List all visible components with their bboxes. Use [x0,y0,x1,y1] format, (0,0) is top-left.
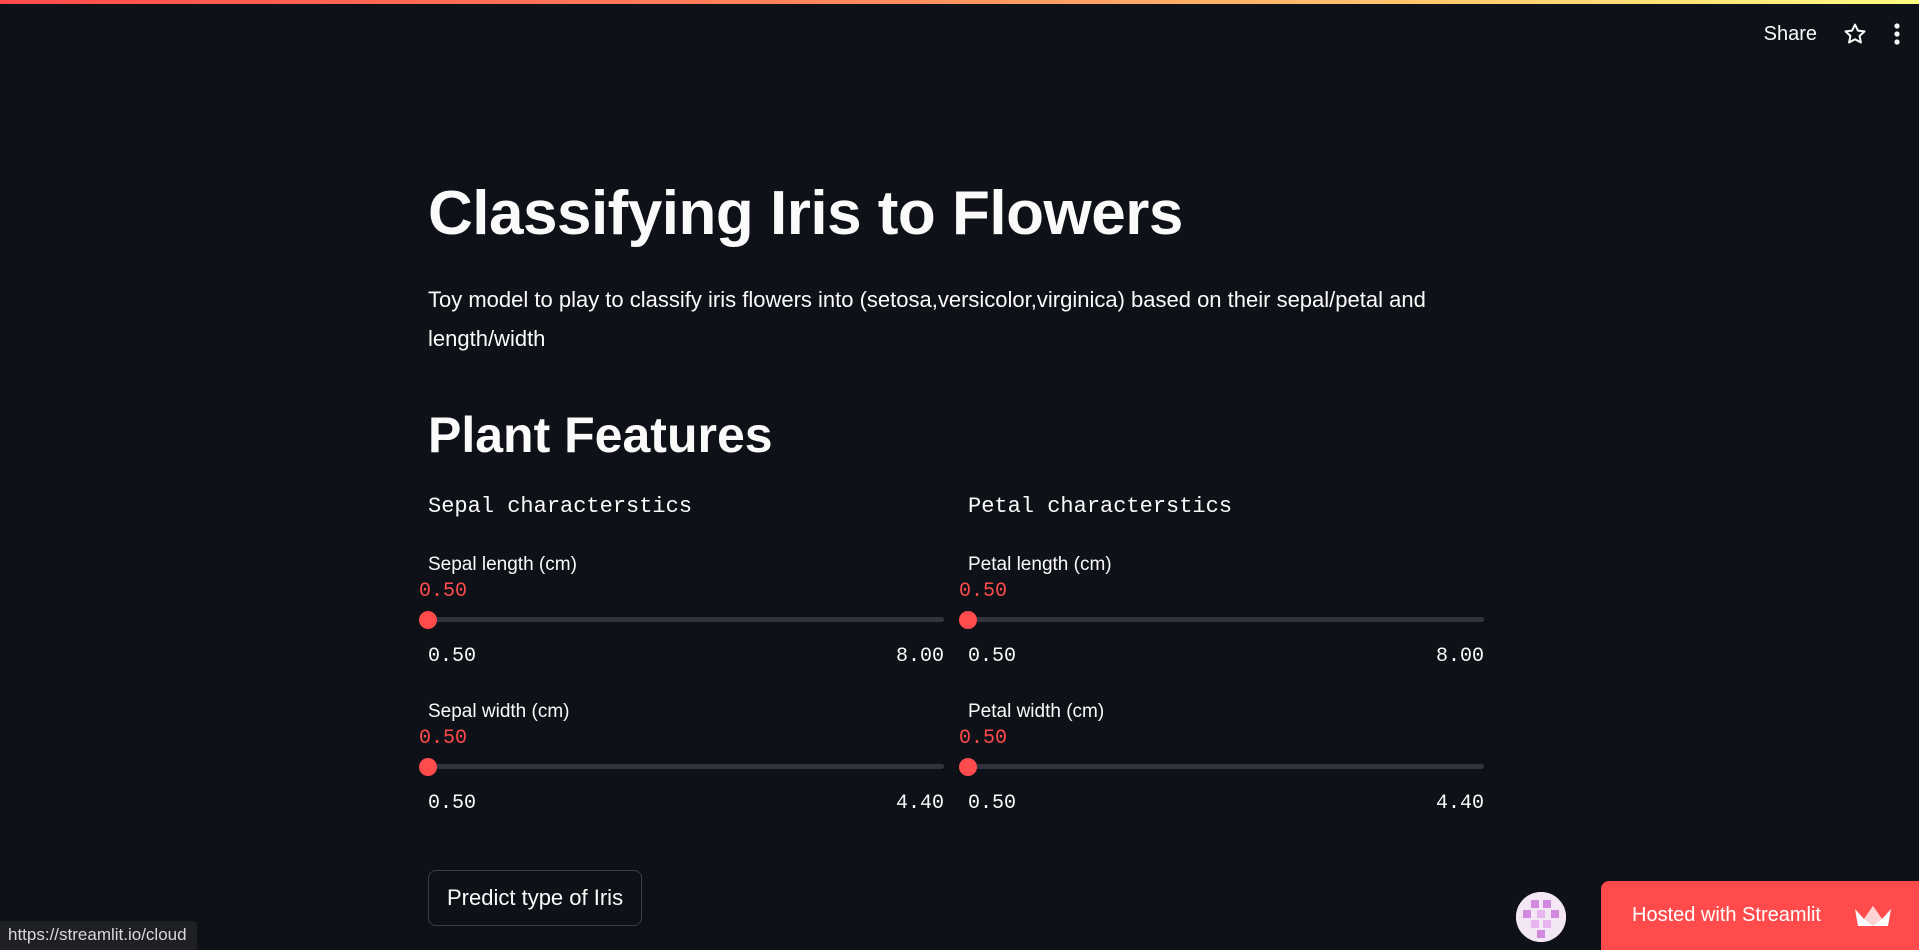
slider-label: Sepal length (cm) [428,554,577,575]
slider-min-label: 0.50 [428,645,477,668]
petal-column: Petal characterstics Petal length (cm) 0… [959,494,1484,815]
share-button[interactable]: Share [1764,23,1817,46]
slider-max-label: 8.00 [1435,645,1484,668]
slider-max-label: 8.00 [895,645,944,668]
slider-current-value: 0.50 [959,580,1008,603]
slider-label: Petal length (cm) [968,554,1112,575]
page-title: Classifying Iris to Flowers [428,179,1183,248]
slider-current-value: 0.50 [959,727,1008,750]
page-description: Toy model to play to classify iris flowe… [428,287,1426,351]
kebab-menu-icon[interactable] [1893,22,1901,46]
slider-label: Sepal width (cm) [428,701,570,722]
sepal-width-slider[interactable]: Sepal width (cm) 0.50 0.50 4.40 [419,701,944,821]
hosted-with-streamlit-badge[interactable]: Hosted with Streamlit [1601,881,1919,950]
slider-min-label: 0.50 [968,645,1017,668]
slider-thumb[interactable] [959,758,977,776]
slider-track[interactable] [428,764,944,769]
sepal-length-slider[interactable]: Sepal length (cm) 0.50 0.50 8.00 [419,554,944,674]
petal-column-header: Petal characterstics [968,494,1233,519]
app-toolbar: Share [1764,22,1901,46]
slider-thumb[interactable] [959,611,977,629]
slider-max-label: 4.40 [895,792,944,815]
slider-min-label: 0.50 [968,792,1017,815]
hosted-label: Hosted with Streamlit [1632,904,1821,926]
sepal-column: Sepal characterstics Sepal length (cm) 0… [419,494,944,815]
status-bar-url: https://streamlit.io/cloud [0,921,197,950]
sepal-column-header: Sepal characterstics [428,494,693,519]
slider-thumb[interactable] [419,611,437,629]
petal-length-slider[interactable]: Petal length (cm) 0.50 0.50 8.00 [959,554,1484,674]
slider-min-label: 0.50 [428,792,477,815]
slider-track[interactable] [428,617,944,622]
predict-button[interactable]: Predict type of Iris [428,870,643,926]
slider-thumb[interactable] [419,758,437,776]
streamlit-crown-icon [1853,903,1893,935]
slider-track[interactable] [968,617,1484,622]
petal-width-slider[interactable]: Petal width (cm) 0.50 0.50 4.40 [959,701,1484,821]
star-icon[interactable] [1843,22,1867,46]
section-title: Plant Features [428,407,773,463]
slider-current-value: 0.50 [419,727,468,750]
avatar[interactable] [1516,892,1566,942]
slider-current-value: 0.50 [419,580,468,603]
slider-label: Petal width (cm) [968,701,1105,722]
top-decoration-bar [0,0,1919,4]
slider-track[interactable] [968,764,1484,769]
slider-max-label: 4.40 [1435,792,1484,815]
